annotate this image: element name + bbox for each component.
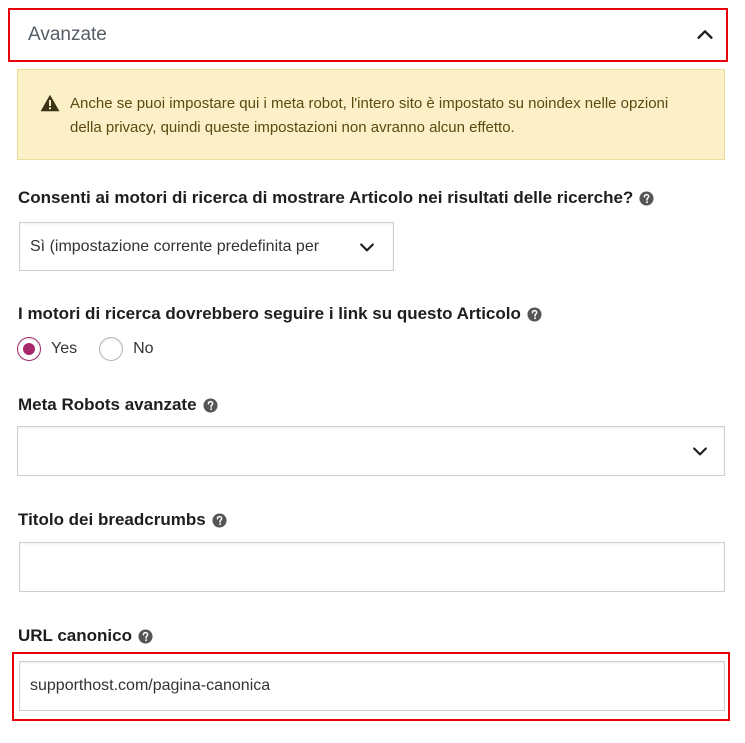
help-circle-icon[interactable] [203, 397, 218, 413]
radio-yes-label[interactable]: Yes [51, 340, 77, 358]
panel-title: Avanzate [28, 24, 107, 45]
radio-no-label[interactable]: No [133, 340, 153, 358]
advanced-panel-toggle[interactable]: Avanzate [8, 8, 728, 62]
help-circle-icon[interactable] [212, 512, 227, 528]
canonical-url-input[interactable] [19, 661, 725, 711]
follow-links-radio-group: Yes No [17, 337, 176, 361]
chevron-down-icon [693, 447, 707, 456]
follow-links-label: I motori di ricerca dovrebbero seguire i… [18, 304, 542, 324]
chevron-up-icon[interactable] [694, 24, 716, 46]
meta-robots-label: Meta Robots avanzate [18, 395, 218, 415]
meta-robots-select[interactable] [17, 426, 725, 476]
warning-icon [40, 94, 60, 112]
breadcrumbs-title-input[interactable] [19, 542, 725, 592]
privacy-warning-notice: Anche se puoi impostare qui i meta robot… [17, 69, 725, 160]
radio-yes[interactable] [17, 337, 41, 361]
show-in-search-value: Sì (impostazione corrente predefinita pe… [30, 237, 320, 255]
help-circle-icon[interactable] [138, 628, 153, 644]
chevron-down-icon [360, 242, 374, 251]
radio-no[interactable] [99, 337, 124, 361]
help-circle-icon[interactable] [527, 306, 542, 322]
show-in-search-label: Consenti ai motori di ricerca di mostrar… [18, 188, 654, 208]
show-in-search-select[interactable]: Sì (impostazione corrente predefinita pe… [19, 222, 394, 271]
notice-text: Anche se puoi impostare qui i meta robot… [70, 95, 669, 136]
help-circle-icon[interactable] [639, 190, 654, 206]
canonical-url-label: URL canonico [18, 626, 153, 646]
breadcrumbs-title-label: Titolo dei breadcrumbs [18, 510, 227, 530]
